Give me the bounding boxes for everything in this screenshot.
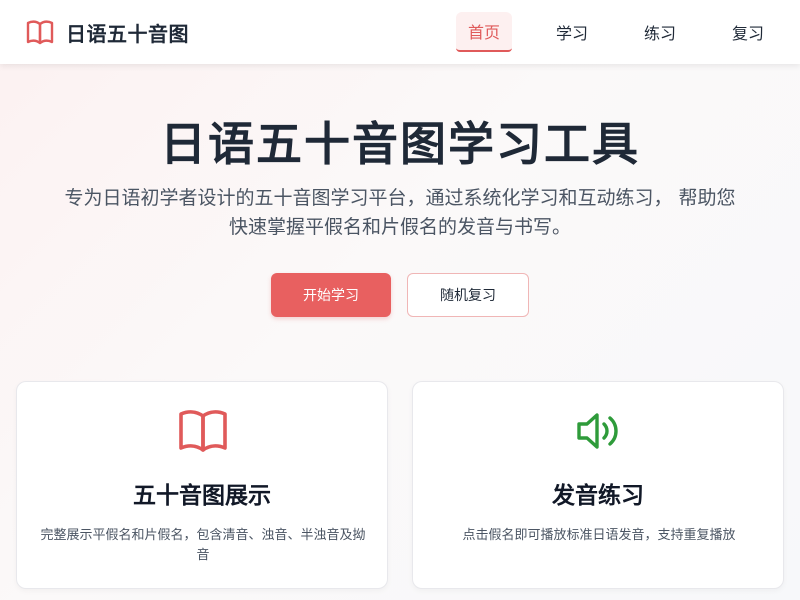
page: 日语五十音图 首页 学习 练习 复习 日语五十音图学习工具 专为日语初学者设计的…: [0, 0, 800, 600]
main-nav: 首页 学习 练习 复习: [455, 0, 776, 64]
hero-description: 专为日语初学者设计的五十音图学习平台，通过系统化学习和互动练习， 帮助您快速掌握…: [64, 187, 736, 238]
random-review-button[interactable]: 随机复习: [407, 273, 529, 317]
top-header: 日语五十音图 首页 学习 练习 复习: [0, 0, 800, 64]
book-icon: [26, 20, 54, 45]
feature-card-pronunciation[interactable]: 发音练习 点击假名即可播放标准日语发音，支持重复播放: [412, 381, 784, 589]
feature-title: 发音练习: [552, 483, 644, 509]
book-icon: [179, 410, 227, 452]
feature-card-kana-chart[interactable]: 五十音图展示 完整展示平假名和片假名，包含清音、浊音、半浊音及拗音: [16, 381, 388, 589]
nav-item-study[interactable]: 学习: [544, 12, 600, 52]
feature-title: 五十音图展示: [133, 483, 271, 509]
nav-item-practice[interactable]: 练习: [632, 12, 688, 52]
speaker-icon: [577, 413, 618, 449]
hero-title: 日语五十音图学习工具: [160, 117, 640, 171]
brand[interactable]: 日语五十音图: [24, 16, 189, 48]
nav-item-home[interactable]: 首页: [455, 12, 512, 52]
nav-item-review[interactable]: 复习: [720, 12, 776, 52]
feature-description: 点击假名即可播放标准日语发音，支持重复播放: [462, 528, 736, 543]
brand-name: 日语五十音图: [66, 21, 189, 46]
start-learning-button[interactable]: 开始学习: [271, 273, 391, 317]
feature-description: 完整展示平假名和片假名，包含清音、浊音、半浊音及拗音: [40, 528, 366, 563]
